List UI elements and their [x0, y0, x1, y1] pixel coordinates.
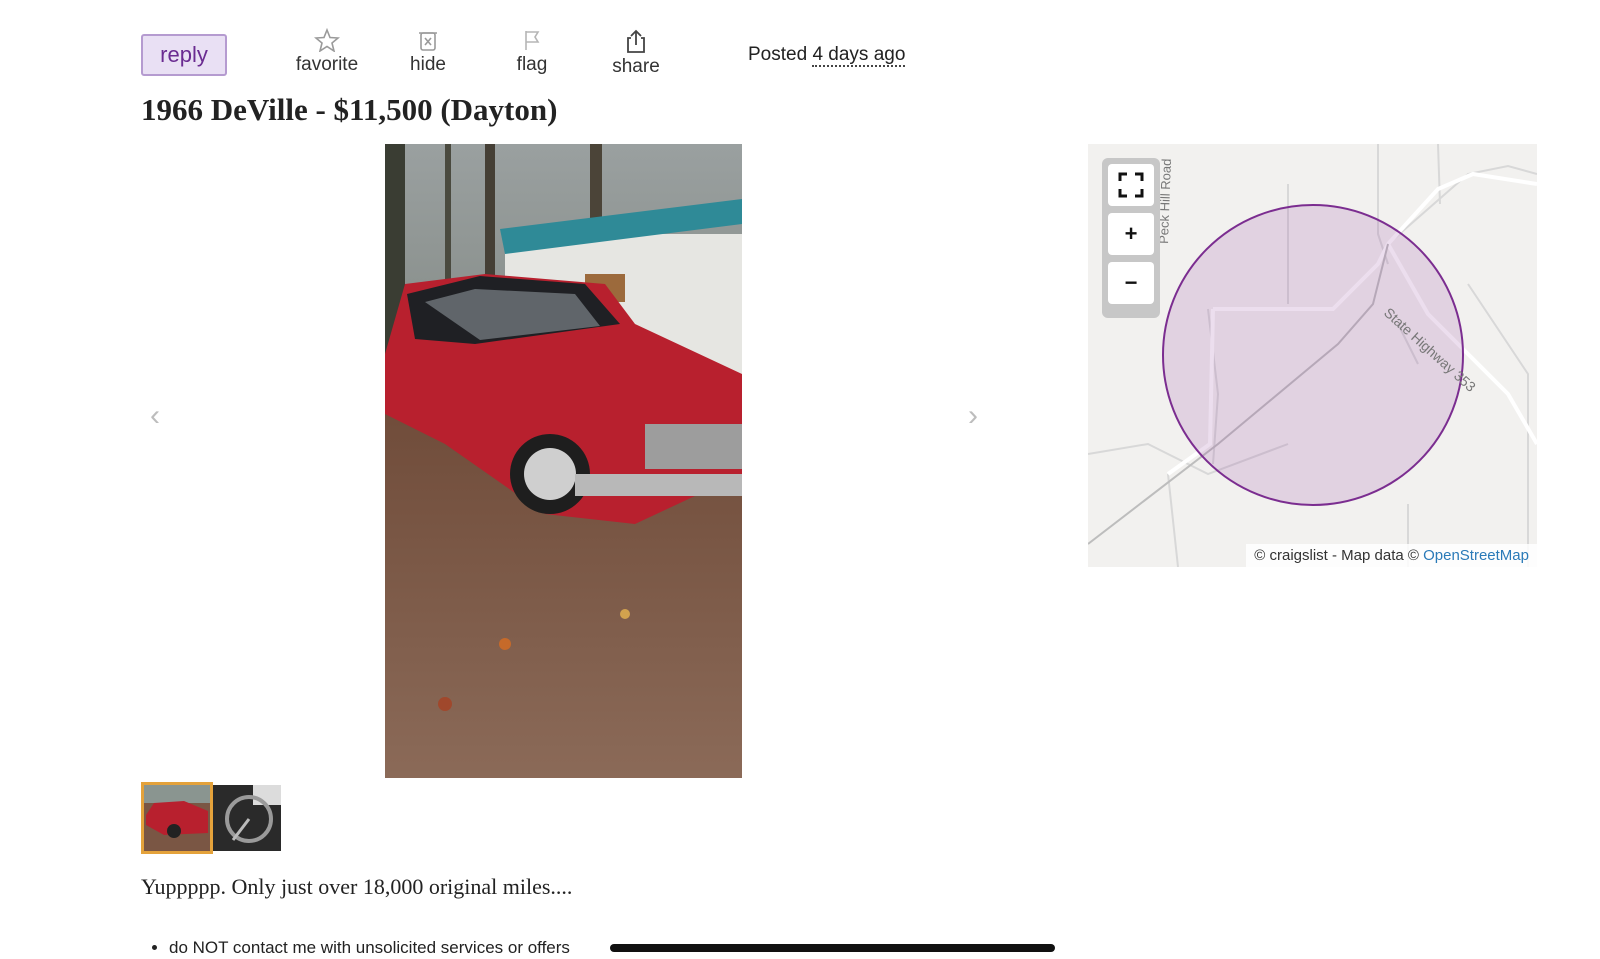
favorite-label: favorite: [295, 54, 359, 75]
chevron-right-icon[interactable]: ›: [968, 401, 978, 431]
zoom-out-icon: −: [1124, 270, 1138, 295]
favorite-button[interactable]: favorite: [295, 28, 359, 76]
share-label: share: [612, 56, 660, 77]
listing-title: 1966 DeVille - $11,500 (Dayton): [141, 92, 558, 127]
fullscreen-button[interactable]: [1108, 164, 1154, 206]
trash-icon: [419, 32, 437, 51]
reply-button[interactable]: reply: [141, 34, 227, 76]
listing-description: Yuppppp. Only just over 18,000 original …: [141, 874, 573, 899]
hide-label: hide: [410, 54, 446, 75]
map-controls: + −: [1102, 158, 1160, 318]
posted-prefix: Posted: [748, 44, 808, 65]
posted-date: Posted 4 days ago: [748, 44, 906, 67]
thumbnail-image: [213, 785, 281, 851]
notices-list: do NOT contact me with unsolicited servi…: [141, 937, 570, 959]
zoom-out-button[interactable]: −: [1108, 262, 1154, 304]
share-icon: [627, 29, 645, 53]
hide-button[interactable]: hide: [406, 28, 450, 76]
star-icon: [314, 28, 340, 52]
flag-label: flag: [516, 54, 548, 75]
zoom-in-icon: +: [1124, 221, 1138, 246]
openstreetmap-link[interactable]: OpenStreetMap: [1423, 547, 1529, 564]
posted-time[interactable]: 4 days ago: [812, 44, 906, 67]
location-map[interactable]: Peck Hill Road State Highway 353 + − © c…: [1088, 144, 1537, 567]
zoom-in-button[interactable]: +: [1108, 213, 1154, 255]
main-photo[interactable]: [385, 144, 742, 778]
chevron-left-icon[interactable]: ‹: [150, 401, 160, 431]
thumbnail-1[interactable]: [141, 782, 213, 854]
fullscreen-icon: [1118, 172, 1144, 198]
flag-icon: [525, 31, 540, 50]
car-photo: [385, 144, 742, 778]
redaction-bar: [610, 944, 1055, 952]
thumbnail-image: [144, 785, 210, 851]
thumbnail-2[interactable]: [213, 785, 281, 851]
share-button[interactable]: share: [608, 28, 664, 78]
map-attribution: © craigslist - Map data © OpenStreetMap: [1246, 544, 1537, 567]
notice-item: do NOT contact me with unsolicited servi…: [169, 937, 570, 959]
flag-button[interactable]: flag: [510, 28, 554, 76]
attribution-text: © craigslist - Map data ©: [1254, 547, 1419, 564]
